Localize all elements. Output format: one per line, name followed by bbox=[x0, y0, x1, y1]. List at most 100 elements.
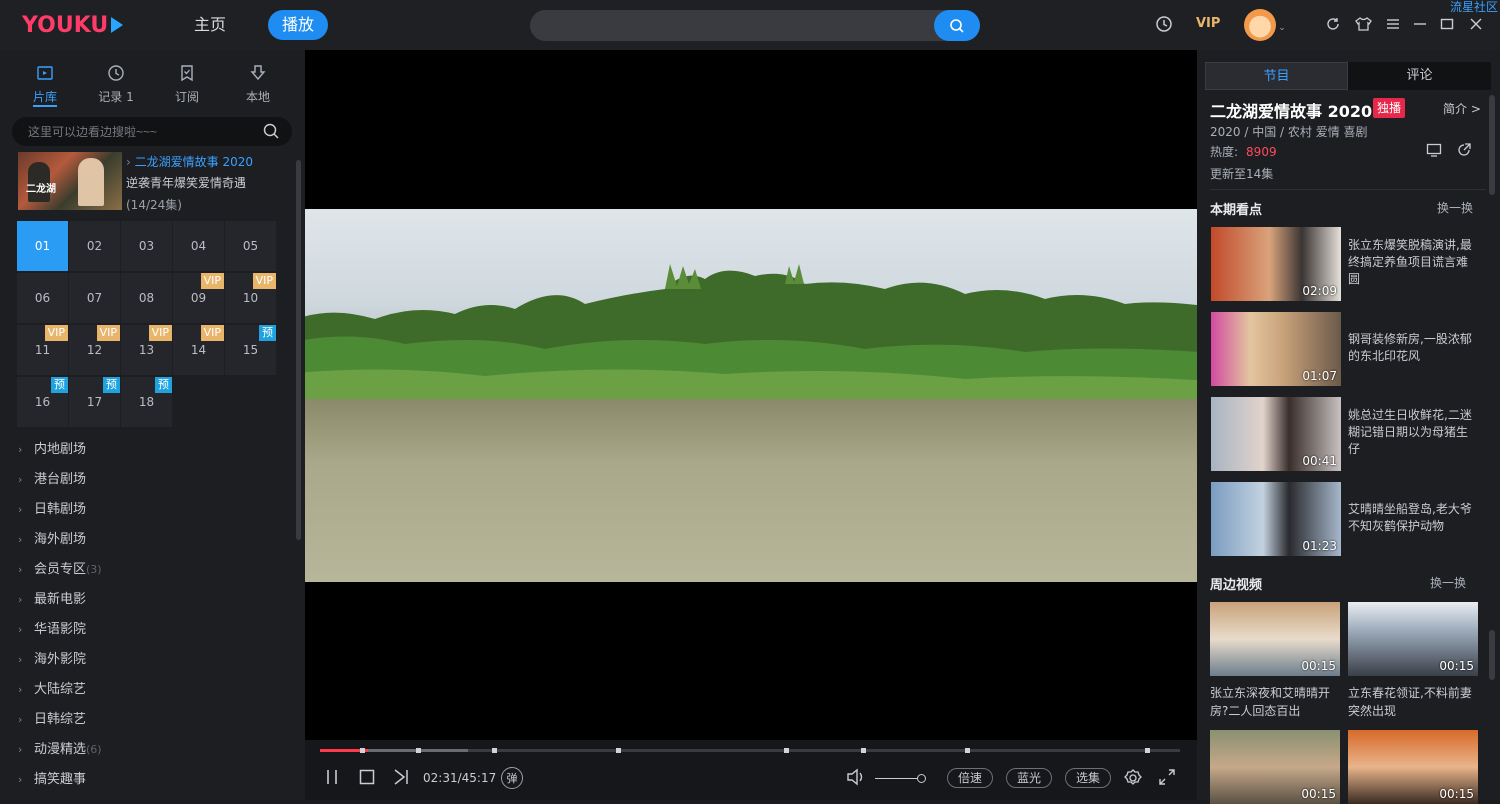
highlight-desc[interactable]: 钢哥装修新房,一股浓郁的东北印花风 bbox=[1348, 331, 1478, 365]
maximize-icon[interactable] bbox=[1437, 14, 1457, 34]
episode-button[interactable]: 13 VIP bbox=[121, 325, 172, 375]
category-item[interactable]: › 日韩剧场 bbox=[18, 498, 86, 517]
minimize-icon[interactable] bbox=[1410, 14, 1430, 34]
nav-play[interactable]: 播放 bbox=[268, 10, 328, 40]
episode-button[interactable]: 05 bbox=[225, 221, 276, 271]
user-avatar[interactable] bbox=[1244, 9, 1276, 41]
episode-button[interactable]: 03 bbox=[121, 221, 172, 271]
history-clock-icon[interactable] bbox=[1154, 14, 1174, 34]
category-item[interactable]: › 内地剧场 bbox=[18, 438, 86, 457]
video-player[interactable]: 02:31/45:17 弹 倍速 蓝光 选集 bbox=[305, 50, 1197, 800]
tab-library[interactable]: 片库 bbox=[15, 62, 75, 105]
youku-logo[interactable]: YOUKU bbox=[22, 11, 124, 39]
category-item[interactable]: › 海外剧场 bbox=[18, 528, 86, 547]
progress-marker[interactable] bbox=[1145, 748, 1150, 753]
tab-program[interactable]: 节目 bbox=[1205, 62, 1348, 90]
progress-marker[interactable] bbox=[616, 748, 621, 753]
episode-select-button[interactable]: 选集 bbox=[1065, 768, 1112, 788]
episode-button[interactable]: 02 bbox=[69, 221, 120, 271]
category-item[interactable]: › 搞笑趣事 bbox=[18, 768, 86, 787]
search-icon[interactable] bbox=[262, 122, 280, 140]
share-icon[interactable] bbox=[1456, 142, 1472, 158]
danmaku-toggle[interactable]: 弹 bbox=[501, 767, 523, 789]
episode-button[interactable]: 18 预 bbox=[121, 377, 172, 427]
episode-button[interactable]: 09 VIP bbox=[173, 273, 224, 323]
related-refresh[interactable]: 换一换 bbox=[1430, 574, 1466, 591]
episode-button[interactable]: 06 bbox=[17, 273, 68, 323]
related-clip[interactable]: 00:15 bbox=[1210, 602, 1340, 676]
related-clip[interactable]: 00:15 bbox=[1348, 602, 1478, 676]
episode-button[interactable]: 04 bbox=[173, 221, 224, 271]
right-scrollbar[interactable] bbox=[1489, 95, 1495, 195]
related-clip[interactable]: 00:15 bbox=[1348, 730, 1478, 804]
tv-cast-icon[interactable] bbox=[1426, 143, 1442, 157]
nav-home[interactable]: 主页 bbox=[186, 12, 234, 38]
progress-marker[interactable] bbox=[784, 748, 789, 753]
related-clip[interactable]: 00:15 bbox=[1210, 730, 1340, 804]
episode-button[interactable]: 12 VIP bbox=[69, 325, 120, 375]
highlight-clip[interactable]: 00:41 bbox=[1211, 397, 1341, 471]
show-title[interactable]: › 二龙湖爱情故事 2020 bbox=[126, 153, 253, 170]
related-desc[interactable]: 立东春花领证,不料前妻突然出现 bbox=[1348, 684, 1478, 720]
community-link[interactable]: 流星社区 bbox=[1450, 0, 1498, 15]
speed-button[interactable]: 倍速 bbox=[947, 768, 994, 788]
tab-history[interactable]: 记录 1 bbox=[86, 62, 146, 105]
highlight-clip[interactable]: 01:07 bbox=[1211, 312, 1341, 386]
fullscreen-button[interactable] bbox=[1158, 768, 1176, 786]
episode-button[interactable]: 14 VIP bbox=[173, 325, 224, 375]
skin-icon[interactable] bbox=[1353, 14, 1373, 34]
top-search-button[interactable] bbox=[934, 10, 980, 41]
category-item[interactable]: › 港台剧场 bbox=[18, 468, 86, 487]
progress-marker[interactable] bbox=[416, 748, 421, 753]
progress-marker[interactable] bbox=[492, 748, 497, 753]
episode-button[interactable]: 10 VIP bbox=[225, 273, 276, 323]
episode-button[interactable]: 16 预 bbox=[17, 377, 68, 427]
category-item[interactable]: › 会员专区(3) bbox=[18, 558, 102, 577]
sidebar-search-input[interactable] bbox=[28, 122, 258, 141]
episode-button[interactable]: 07 bbox=[69, 273, 120, 323]
progress-bar[interactable] bbox=[320, 748, 1180, 753]
next-button[interactable] bbox=[392, 768, 410, 786]
progress-marker[interactable] bbox=[965, 748, 970, 753]
highlight-clip[interactable]: 01:23 bbox=[1211, 482, 1341, 556]
show-thumbnail[interactable]: 二龙湖 bbox=[18, 152, 122, 210]
menu-icon[interactable] bbox=[1383, 14, 1403, 34]
category-item[interactable]: › 大陆综艺 bbox=[18, 678, 86, 697]
category-item[interactable]: › 海外影院 bbox=[18, 648, 86, 667]
stop-button[interactable] bbox=[358, 768, 376, 786]
highlight-clip[interactable]: 02:09 bbox=[1211, 227, 1341, 301]
progress-marker[interactable] bbox=[861, 748, 866, 753]
episode-button[interactable]: 01 bbox=[17, 221, 68, 271]
episode-button[interactable]: 08 bbox=[121, 273, 172, 323]
volume-knob[interactable] bbox=[917, 774, 926, 783]
refresh-icon[interactable] bbox=[1323, 14, 1343, 34]
pause-button[interactable] bbox=[323, 768, 341, 786]
chevron-down-icon[interactable]: ⌄ bbox=[1278, 23, 1286, 33]
tab-subscribe[interactable]: 订阅 bbox=[157, 62, 217, 105]
episode-button[interactable]: 15 预 bbox=[225, 325, 276, 375]
right-scrollbar-lower[interactable] bbox=[1489, 630, 1495, 680]
intro-link[interactable]: 简介 > bbox=[1443, 100, 1481, 117]
highlight-desc[interactable]: 张立东爆笑脱稿演讲,最终搞定养鱼项目谎言难圆 bbox=[1348, 237, 1478, 288]
video-frame[interactable] bbox=[305, 209, 1197, 582]
sidebar-search[interactable] bbox=[12, 117, 292, 146]
tab-local[interactable]: 本地 bbox=[228, 62, 288, 105]
highlight-desc[interactable]: 姚总过生日收鲜花,二迷糊记错日期以为母猪生仔 bbox=[1348, 407, 1478, 458]
top-search-bar[interactable] bbox=[530, 10, 980, 41]
category-item[interactable]: › 日韩综艺 bbox=[18, 708, 86, 727]
related-desc[interactable]: 张立东深夜和艾晴晴开房?二人回态百出 bbox=[1210, 684, 1340, 720]
vip-link[interactable]: VIP bbox=[1196, 16, 1220, 31]
close-icon[interactable] bbox=[1466, 14, 1486, 34]
category-item[interactable]: › 最新电影 bbox=[18, 588, 86, 607]
episode-button[interactable]: 17 预 bbox=[69, 377, 120, 427]
highlights-refresh[interactable]: 换一换 bbox=[1437, 199, 1473, 216]
sidebar-scrollbar[interactable] bbox=[296, 160, 301, 540]
category-item[interactable]: › 华语影院 bbox=[18, 618, 86, 637]
progress-marker[interactable] bbox=[360, 748, 365, 753]
episode-button[interactable]: 11 VIP bbox=[17, 325, 68, 375]
quality-button[interactable]: 蓝光 bbox=[1006, 768, 1053, 788]
category-item[interactable]: › 动漫精选(6) bbox=[18, 738, 102, 757]
settings-button[interactable] bbox=[1123, 768, 1143, 788]
tab-comments[interactable]: 评论 bbox=[1348, 62, 1491, 90]
volume-button[interactable] bbox=[846, 768, 866, 786]
